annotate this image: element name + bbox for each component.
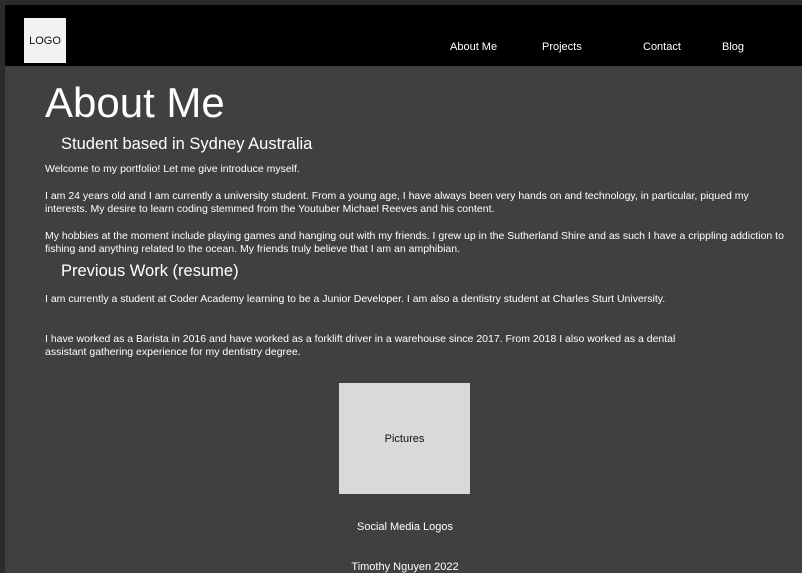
- app-frame: LOGO About Me Projects Contact Blog Abou…: [0, 0, 802, 573]
- intro-paragraph: Welcome to my portfolio! Let me give int…: [45, 163, 300, 175]
- social-media-logos[interactable]: Social Media Logos: [5, 521, 802, 533]
- page-canvas: LOGO About Me Projects Contact Blog Abou…: [5, 5, 802, 573]
- work-paragraph: I am currently a student at Coder Academ…: [45, 293, 666, 305]
- logo[interactable]: LOGO: [24, 18, 66, 63]
- nav-link-contact[interactable]: Contact: [643, 41, 681, 53]
- pictures-placeholder: Pictures: [339, 383, 470, 494]
- page-subtitle: Student based in Sydney Australia: [61, 135, 313, 153]
- footer-credit: Timothy Nguyen 2022: [351, 561, 459, 573]
- intro-paragraph: My hobbies at the moment include playing…: [45, 230, 784, 255]
- page-title: About Me: [45, 79, 225, 126]
- nav-link-blog[interactable]: Blog: [722, 41, 744, 53]
- navbar: LOGO About Me Projects Contact Blog: [5, 5, 802, 66]
- nav-link-projects[interactable]: Projects: [542, 41, 582, 53]
- intro-paragraph: I am 24 years old and I am currently a u…: [45, 190, 749, 215]
- work-paragraph: I have worked as a Barista in 2016 and h…: [45, 333, 676, 358]
- nav-link-about-me[interactable]: About Me: [450, 41, 497, 53]
- previous-work-heading: Previous Work (resume): [61, 262, 239, 280]
